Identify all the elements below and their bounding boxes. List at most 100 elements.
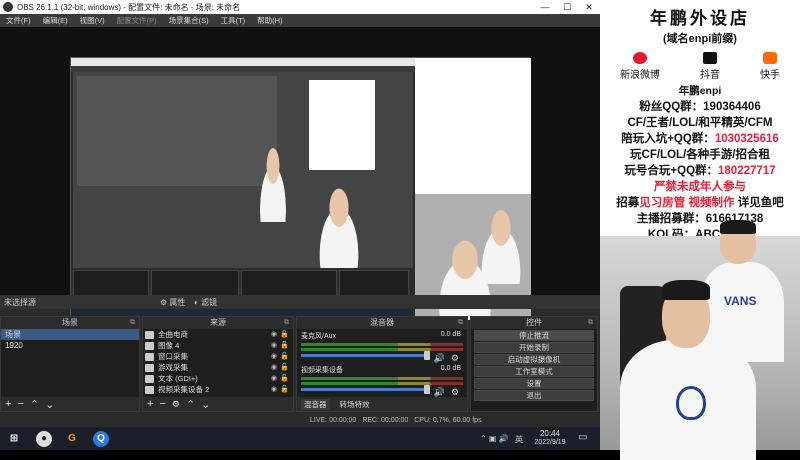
add-icon[interactable]: + xyxy=(5,398,11,410)
obs-logo-icon xyxy=(3,2,13,12)
sources-header: 来源 ⧉ xyxy=(143,317,293,329)
properties-button[interactable]: ⚙ 属性 xyxy=(160,296,185,308)
window-title: OBS 26.1.1 (32-bit, windows) - 配置文件: 未命名… xyxy=(17,2,241,12)
move-up-icon[interactable]: ⌃ xyxy=(186,398,195,411)
source-item[interactable]: 文本 (GDI+) ◉ 🔓 xyxy=(143,373,293,384)
minimize-button[interactable]: — xyxy=(534,0,556,14)
dock-undock-icon[interactable]: ⧉ xyxy=(130,317,135,329)
clock-time[interactable]: 20:44 xyxy=(530,429,570,438)
poster-line: CF/王者/LOL/和平精英/CFM xyxy=(627,117,773,129)
menu-profile[interactable]: 配置文件(P) xyxy=(111,15,163,26)
start-recording-button[interactable]: 开始录制 xyxy=(474,342,594,353)
dock-undock-icon[interactable]: ⧉ xyxy=(284,317,289,329)
nested-preview xyxy=(73,72,413,268)
poster-line: 陪玩入坑+QQ群：1030325616 xyxy=(621,133,779,145)
add-icon[interactable]: + xyxy=(147,398,153,410)
nested-person-image xyxy=(253,142,293,222)
window-icon xyxy=(145,352,154,361)
volume-meter xyxy=(301,377,463,380)
scenes-header: 场景 ⧉ xyxy=(1,317,139,329)
nested-inner-preview xyxy=(77,76,277,186)
visibility-icon[interactable]: ◉ xyxy=(271,340,277,351)
menu-edit[interactable]: 编辑(E) xyxy=(37,15,74,26)
input-language[interactable]: 英 xyxy=(515,434,523,445)
source-item[interactable]: 图像 4 ◉ 🔓 xyxy=(143,340,293,351)
sources-footer: + − ⚙ ⌃ ⌄ xyxy=(143,397,293,411)
visibility-icon[interactable]: ◉ xyxy=(271,384,277,395)
scene-item[interactable]: 1920 xyxy=(1,340,139,351)
start-virtual-camera-button[interactable]: 启动虚拟摄像机 xyxy=(474,354,594,365)
source-item[interactable]: 全曲电商 ◉ 🔓 xyxy=(143,329,293,340)
poster-warning: 严禁未成年人参与 xyxy=(654,181,746,193)
windows-start-icon[interactable]: ⊞ xyxy=(6,431,22,447)
lock-icon[interactable]: 🔓 xyxy=(280,340,289,351)
mixer-channel: 视频采集设备 0.0 dB 🔊 ⚙ xyxy=(297,363,467,397)
menu-tools[interactable]: 工具(T) xyxy=(215,15,252,26)
no-source-label: 未选择源 xyxy=(4,297,36,307)
visibility-icon[interactable]: ◉ xyxy=(271,373,277,384)
menu-help[interactable]: 帮助(H) xyxy=(251,15,288,26)
tab-mixer[interactable]: 混音器 xyxy=(301,398,330,410)
settings-button[interactable]: 设置 xyxy=(474,378,594,389)
scene-item[interactable]: 场景 xyxy=(1,329,139,340)
menu-bar: 文件(F) 编辑(E) 视图(V) 配置文件(P) 场景集合(S) 工具(T) … xyxy=(0,14,600,27)
remove-icon[interactable]: − xyxy=(17,398,23,410)
preview-canvas[interactable] xyxy=(0,27,600,320)
lock-icon[interactable]: 🔓 xyxy=(280,351,289,362)
poster-line: 粉丝QQ群：190364406 xyxy=(639,101,761,113)
lock-icon[interactable]: 🔓 xyxy=(280,362,289,373)
nested-person-image-2 xyxy=(309,182,369,268)
remove-icon[interactable]: − xyxy=(159,398,165,410)
dock-undock-icon[interactable]: ⧉ xyxy=(588,317,593,329)
visibility-icon[interactable]: ◉ xyxy=(271,351,277,362)
cpu-status: CPU: 0.7%, 60.00 fps xyxy=(414,416,482,424)
source-item[interactable]: 视频采集设备 2 ◉ 🔓 xyxy=(143,384,293,395)
visibility-icon[interactable]: ◉ xyxy=(271,329,277,340)
move-down-icon[interactable]: ⌄ xyxy=(45,398,54,411)
title-bar: OBS 26.1.1 (32-bit, windows) - 配置文件: 未命名… xyxy=(0,0,600,14)
studio-mode-button[interactable]: 工作室模式 xyxy=(474,366,594,377)
lock-icon[interactable]: 🔓 xyxy=(280,373,289,384)
filters-button[interactable]: ◐ 滤镜 xyxy=(194,296,217,308)
poster-subtitle: (域名enpi前缀) xyxy=(663,33,737,45)
app-taskbar-icon[interactable]: Q xyxy=(93,431,109,447)
volume-fader[interactable] xyxy=(301,351,431,360)
gamepad-icon xyxy=(145,363,154,372)
nested-poster-mini xyxy=(309,80,375,170)
gear-icon[interactable]: ⚙ xyxy=(172,399,180,410)
lock-icon[interactable]: 🔓 xyxy=(280,384,289,395)
dock-undock-icon[interactable]: ⧉ xyxy=(458,317,463,329)
source-item[interactable]: 窗口采集 ◉ 🔓 xyxy=(143,351,293,362)
nested-screen-capture xyxy=(70,57,531,320)
volume-fader[interactable] xyxy=(301,385,431,394)
volume-meter xyxy=(301,382,463,385)
nested-poster xyxy=(415,58,531,194)
channel-db: 0.0 dB xyxy=(440,365,461,372)
browser-taskbar-icon[interactable]: G xyxy=(64,431,80,447)
menu-view[interactable]: 视图(V) xyxy=(74,15,111,26)
menu-file[interactable]: 文件(F) xyxy=(0,15,37,26)
tab-transitions[interactable]: 转场特效 xyxy=(340,399,370,410)
close-button[interactable]: ✕ xyxy=(578,0,600,14)
visibility-icon[interactable]: ◉ xyxy=(271,362,277,373)
exit-button[interactable]: 退出 xyxy=(474,390,594,401)
maximize-button[interactable]: ☐ xyxy=(556,0,578,14)
channel-name: 麦克风/Aux xyxy=(301,333,337,340)
clock-date[interactable]: 2022/9/19 xyxy=(530,439,570,446)
weibo-link: 新浪微博 xyxy=(620,52,660,81)
source-toolbar: 未选择源 ⚙ 属性 ◐ 滤镜 xyxy=(0,295,600,309)
source-item[interactable]: 游戏采集 ◉ 🔓 xyxy=(143,362,293,373)
menu-scene-collection[interactable]: 场景集合(S) xyxy=(163,15,215,26)
channel-name: 视频采集设备 xyxy=(301,367,343,374)
filter-icon: ◐ xyxy=(194,297,202,307)
move-up-icon[interactable]: ⌃ xyxy=(30,398,39,411)
douyin-link: 抖音 xyxy=(700,52,720,81)
weibo-icon xyxy=(633,52,647,64)
poster-line: 主播招募群：616617138 xyxy=(636,213,764,225)
stop-streaming-button[interactable]: 停止推流 xyxy=(474,330,594,341)
tray-icons[interactable]: ⌃ ▣ 🔊 xyxy=(480,434,509,443)
notification-icon[interactable]: ▭ xyxy=(578,432,587,443)
lock-icon[interactable]: 🔓 xyxy=(280,329,289,340)
obs-taskbar-icon[interactable]: ● xyxy=(36,431,52,447)
move-down-icon[interactable]: ⌄ xyxy=(201,398,210,411)
